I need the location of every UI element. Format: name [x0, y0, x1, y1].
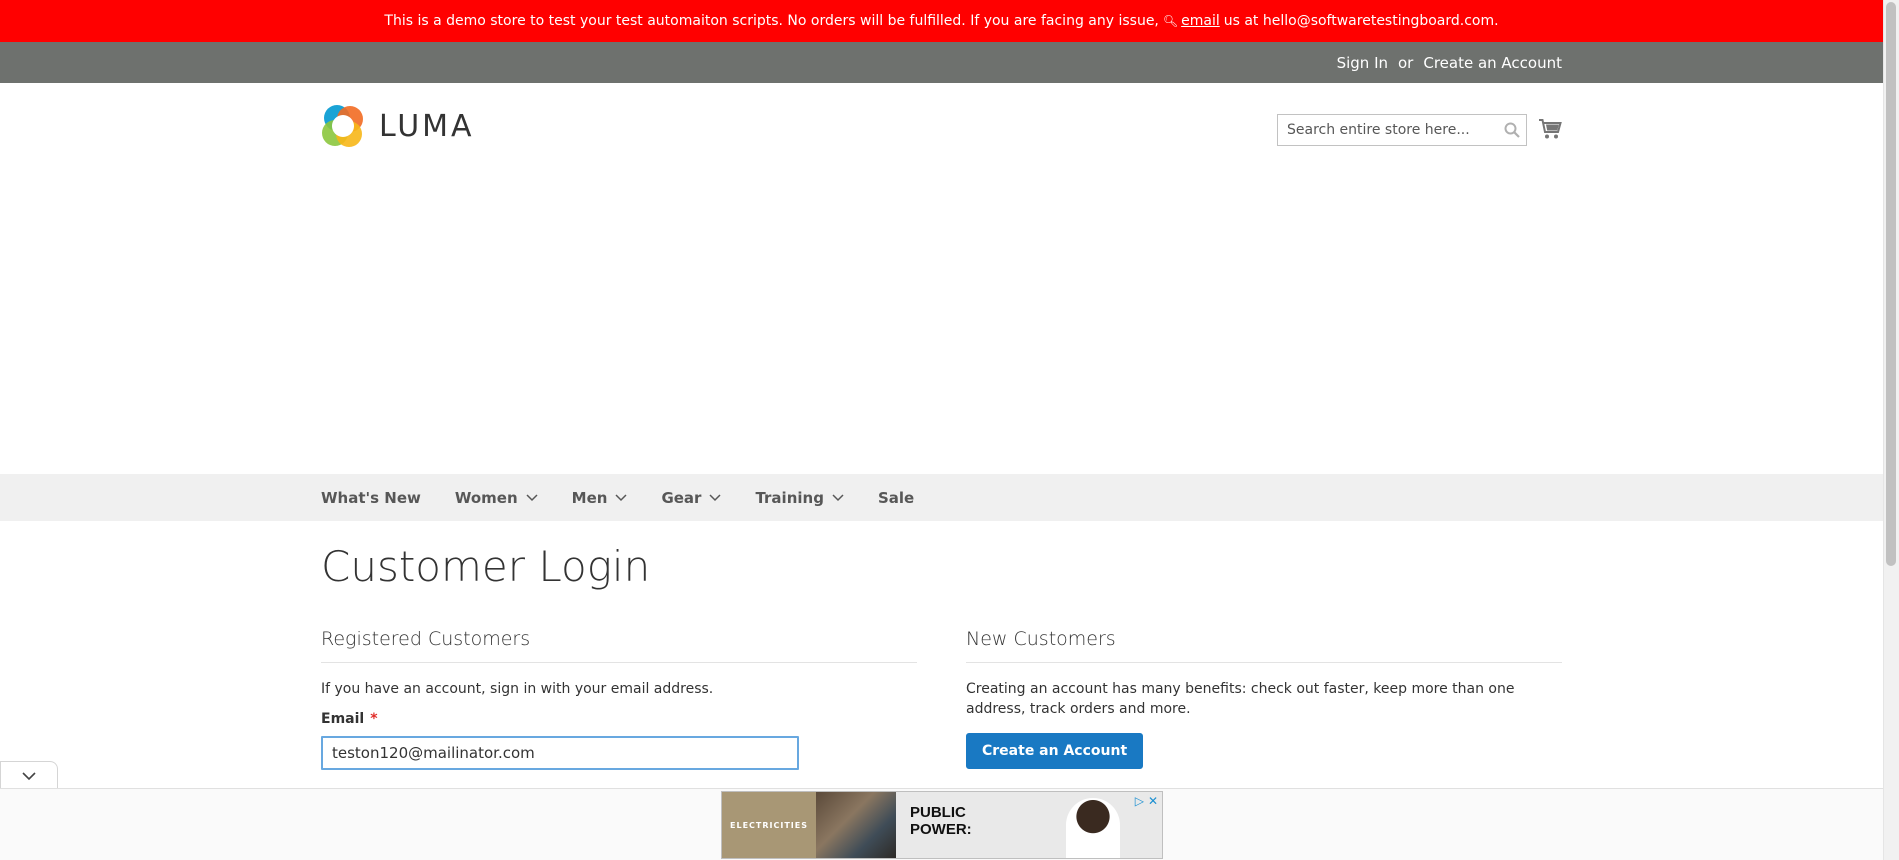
nav-item-women[interactable]: Women	[455, 489, 538, 507]
nav-item-label: Women	[454, 488, 518, 507]
nav-item-gear[interactable]: Gear	[661, 489, 721, 507]
luma-logo-icon	[322, 105, 363, 147]
ad-headline-line2: POWER:	[910, 821, 972, 838]
email-label-text: Email	[321, 711, 365, 727]
search-input[interactable]	[1278, 115, 1498, 145]
nav-item-label: What's New	[321, 488, 421, 507]
email-label: Email *	[321, 711, 917, 727]
email-link[interactable]: email	[1181, 13, 1220, 29]
or-separator: or	[1398, 53, 1414, 72]
nav-item-label: Gear	[661, 488, 702, 507]
scrollbar-thumb[interactable]	[1886, 2, 1896, 566]
new-customers-block: New Customers Creating an account has ma…	[966, 628, 1562, 769]
ad-choices-icon[interactable]: ▷	[1135, 794, 1144, 808]
ad-collapse-toggle[interactable]	[0, 761, 58, 789]
email-field[interactable]	[321, 736, 799, 770]
ad-brand: ELECTRICITIES	[722, 792, 816, 858]
new-customers-intro: Creating an account has many benefits: c…	[966, 681, 1515, 717]
new-customers-title: New Customers	[966, 628, 1562, 663]
nav-item-whats-new[interactable]: What's New	[321, 489, 421, 507]
nav-item-training[interactable]: Training	[755, 488, 844, 507]
nav-item-label: Sale	[877, 488, 915, 507]
registered-customers-block: Registered Customers If you have an acco…	[321, 628, 917, 770]
magnifier-icon: 🔍︎	[1162, 14, 1179, 28]
chevron-down-icon	[832, 493, 844, 502]
nav-item-label: Training	[755, 488, 824, 507]
registered-customers-intro: If you have an account, sign in with you…	[321, 681, 714, 697]
chevron-down-icon	[615, 493, 627, 502]
ad-headline-line1: PUBLIC	[910, 804, 966, 821]
create-account-link[interactable]: Create an Account	[1423, 54, 1562, 72]
search-box	[1277, 114, 1527, 146]
page-title: Customer Login	[321, 542, 651, 591]
store-logo[interactable]: LUMA	[321, 104, 475, 148]
ad-choices: ▷ ✕	[1135, 794, 1158, 808]
ad-headline: PUBLIC POWER:	[896, 792, 1162, 858]
page-scrollbar[interactable]	[1883, 0, 1899, 860]
nav-item-label: Men	[571, 488, 608, 507]
required-marker: *	[370, 711, 378, 727]
chevron-down-icon	[22, 766, 36, 785]
header-panel: Sign In or Create an Account	[0, 42, 1883, 83]
ad-person-image	[1066, 798, 1120, 858]
create-account-button[interactable]: Create an Account	[966, 733, 1144, 769]
nav-item-sale[interactable]: Sale	[878, 489, 914, 507]
demo-notice-contact: us at hello@softwaretestingboard.com.	[1223, 13, 1499, 29]
demo-notice-banner: This is a demo store to test your test a…	[0, 0, 1883, 42]
chevron-down-icon	[709, 493, 721, 502]
close-icon[interactable]: ✕	[1148, 794, 1158, 808]
sign-in-link[interactable]: Sign In	[1337, 54, 1388, 72]
nav-item-men[interactable]: Men	[572, 489, 628, 507]
cart-icon[interactable]	[1538, 117, 1562, 141]
logo-text: LUMA	[379, 108, 475, 144]
header-links: Sign In or Create an Account	[1337, 42, 1562, 83]
main-navigation: What's New Women Men Gear Training Sale	[0, 474, 1883, 521]
demo-notice-text: This is a demo store to test your test a…	[384, 13, 1159, 29]
search-icon[interactable]	[1498, 115, 1526, 145]
ad-banner[interactable]: ELECTRICITIES PUBLIC POWER: ▷ ✕	[721, 791, 1163, 859]
registered-customers-title: Registered Customers	[321, 628, 917, 663]
ad-image	[816, 792, 896, 858]
chevron-down-icon	[526, 493, 538, 502]
